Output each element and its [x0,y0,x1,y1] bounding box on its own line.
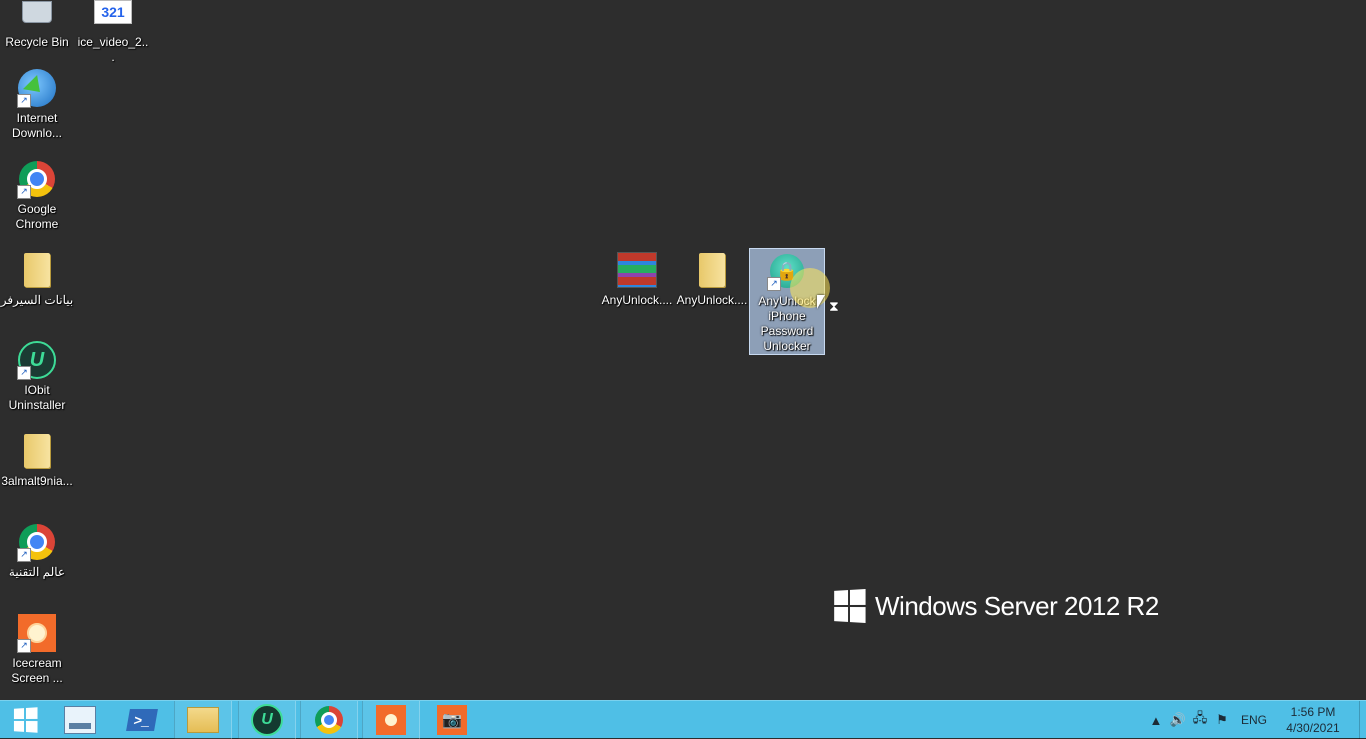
powershell-icon: >_ [126,709,158,731]
folder-icon [17,250,57,290]
desktop-icon-ice-video[interactable]: 321 ice_video_2... [76,0,150,65]
watermark-text: Windows Server 2012 R2 [875,590,1159,621]
desktop-icon-anyunlock-shortcut[interactable]: 🔒 ↗ AnyUnlock iPhone Password Unlocker [749,248,825,355]
desktop-icon-iobit-uninstaller[interactable]: U ↗ IObit Uninstaller [0,340,74,413]
desktop-icon-label: Icecream Screen ... [11,656,63,685]
start-button[interactable] [0,701,50,739]
network-icon[interactable]: 🖧 [1189,701,1211,739]
show-desktop-button[interactable] [1359,701,1366,739]
desktop-icon-anyunlock-archive[interactable]: AnyUnlock.... [600,250,674,308]
desktop-icon-label: 3almalt9nia... [1,474,73,488]
system-tray: ▲ 🔊 🖧 ⚑ ENG 1:56 PM 4/30/2021 [1145,701,1366,739]
desktop-icon-label: عالم التقنية [8,565,66,579]
windows-start-icon [13,707,38,733]
os-watermark: Windows Server 2012 R2 [833,589,1159,623]
iobit-uninstaller-icon: U ↗ [17,340,57,380]
winrar-archive-icon [617,250,657,290]
folder-icon [692,250,732,290]
desktop-icon-label: بيانات السيرفر [0,293,74,307]
icecream-recorder-icon [376,705,406,735]
mouse-pointer-icon [817,295,825,309]
speaker-icon[interactable]: 🔊 [1167,701,1189,739]
desktop-icon-google-chrome[interactable]: ↗ Google Chrome [0,159,74,232]
desktop-icon-server-data-folder[interactable]: بيانات السيرفر [0,250,74,308]
folder-icon [17,431,57,471]
desktop-icon-internet-download-manager[interactable]: ↗ Internet Downlo... [0,68,74,141]
taskbar: >_ U 📷 ▲ 🔊 🖧 ⚑ ENG 1:56 PM 4/30/2021 [0,700,1366,739]
file-explorer-icon [187,707,219,733]
taskbar-google-chrome[interactable] [300,701,358,739]
anyunlock-lock-icon: 🔒 ↗ [767,251,807,291]
clock-date: 4/30/2021 [1286,721,1340,735]
icecream-screen-recorder-icon: ↗ [17,613,57,653]
desktop-icon-label: IObit Uninstaller [8,383,66,412]
desktop[interactable]: Recycle Bin 321 ice_video_2... ↗ Interne… [0,0,1366,700]
desktop-icon-anyunlock-folder[interactable]: AnyUnlock.... [675,250,749,308]
taskbar-powershell[interactable]: >_ [114,701,170,739]
taskbar-icecream-recorder[interactable] [362,701,420,739]
taskbar-icecream-screenshot[interactable]: 📷 [424,701,480,739]
input-language-indicator[interactable]: ENG [1241,713,1267,727]
hourglass-icon: ⧗ [829,298,839,314]
chrome-icon: ↗ [17,522,57,562]
taskbar-server-manager[interactable] [52,701,108,739]
action-center-flag-icon[interactable]: ⚑ [1211,701,1233,739]
iobit-icon: U [251,704,283,736]
camera-icon: 📷 [437,705,467,735]
desktop-icon-label: AnyUnlock.... [676,293,748,307]
windows-logo-icon [834,589,866,623]
show-hidden-icons-chevron-icon[interactable]: ▲ [1145,701,1167,739]
clock-time: 1:56 PM [1290,705,1336,719]
internet-download-manager-icon: ↗ [17,68,57,108]
desktop-icon-recycle-bin[interactable]: Recycle Bin [0,0,74,50]
chrome-icon: ↗ [17,159,57,199]
desktop-icon-icecream-screen[interactable]: ↗ Icecream Screen ... [0,613,74,686]
recycle-bin-icon [17,0,57,32]
desktop-icon-label: Internet Downlo... [11,111,63,140]
desktop-icon-3almalt9nia-folder[interactable]: 3almalt9nia... [0,431,74,489]
desktop-icon-label: AnyUnlock.... [601,293,673,307]
video-file-icon: 321 [93,0,133,32]
server-manager-icon [64,706,96,734]
desktop-icon-label: Google Chrome [15,202,59,231]
desktop-icon-label: Recycle Bin [5,35,69,49]
desktop-icon-chrome-tech-world[interactable]: ↗ عالم التقنية [0,522,74,580]
taskbar-clock[interactable]: 1:56 PM 4/30/2021 [1277,704,1349,736]
chrome-icon [315,706,343,734]
desktop-icon-label: ice_video_2... [77,35,149,64]
taskbar-iobit-uninstaller[interactable]: U [238,701,296,739]
taskbar-file-explorer[interactable] [174,701,232,739]
desktop-icon-label: AnyUnlock iPhone Password Unlocker [758,294,816,353]
